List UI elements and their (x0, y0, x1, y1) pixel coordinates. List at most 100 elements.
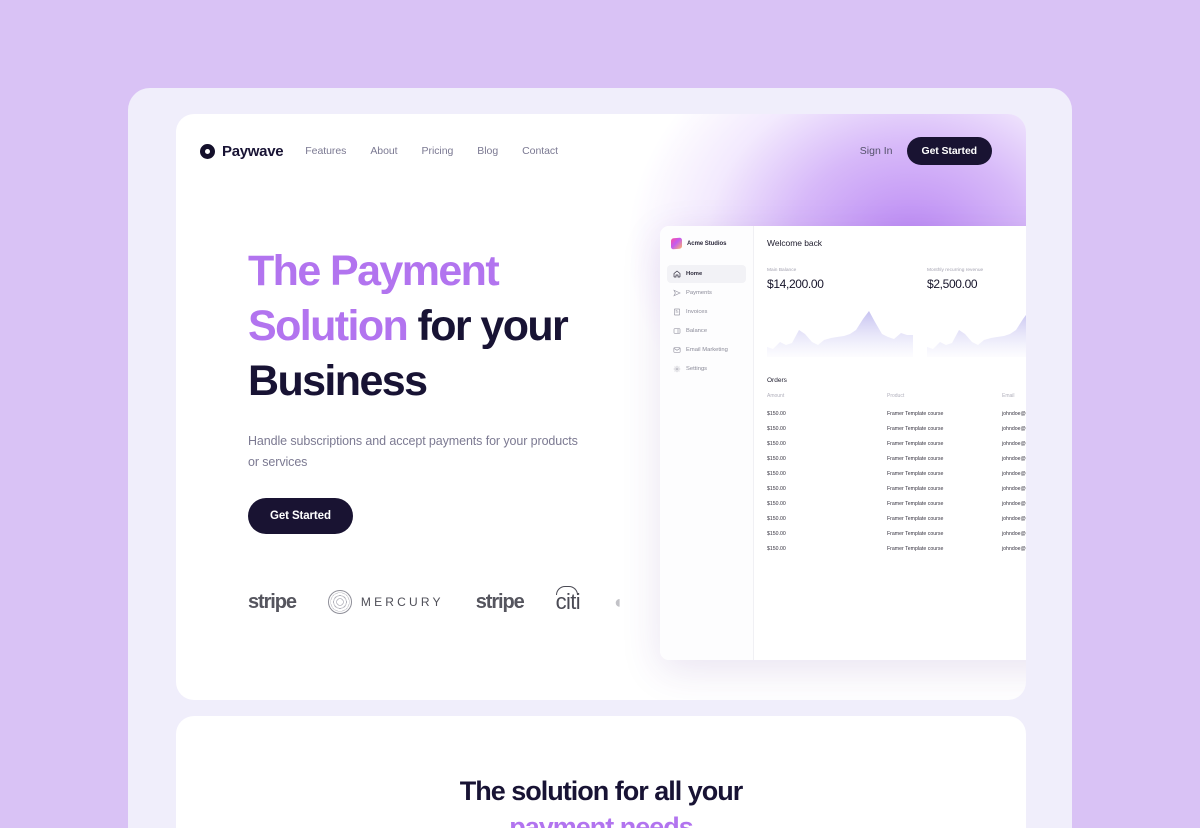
orders-heading: Orders (767, 377, 787, 384)
cell-product: Framer Template course (887, 545, 944, 552)
send-icon (673, 289, 681, 297)
table-row[interactable]: $150.00 Framer Template course johndoe@gma… (767, 421, 1026, 436)
cell-email: johndoe@gmail.com (1002, 485, 1026, 492)
mercury-orb-icon (327, 590, 352, 614)
stat-label: Monthly recurring revenue (927, 268, 984, 273)
table-row[interactable]: $150.00 Framer Template course johndoe@gma… (767, 541, 1026, 556)
logo-stripe-text: stripe (248, 590, 297, 613)
cell-product: Framer Template course (887, 515, 944, 522)
cell-amount: $150.00 (767, 545, 786, 552)
logo-citi-text-wrap: citi (556, 586, 581, 615)
cell-email: johndoe@gmail.com (1002, 530, 1026, 537)
page-title: The Payment Solution for your Business (248, 244, 578, 409)
workspace-name: Acme Studios (687, 240, 727, 247)
nav-link-pricing[interactable]: Pricing (422, 145, 454, 157)
dot-circle-icon (200, 143, 215, 159)
stats-row: Main Balance $14,200.00 Monthly recurrin… (767, 268, 1026, 357)
page-shell: Paywave Features About Pricing Blog Cont… (128, 88, 1072, 828)
mrr-sparkline-chart (927, 315, 1026, 357)
sidebar-item-invoices[interactable]: Invoices (667, 303, 746, 321)
sidebar-item-label: Balance (686, 328, 708, 334)
cell-amount: $150.00 (767, 410, 786, 417)
cell-product: Framer Template course (887, 530, 944, 537)
cell-email: johndoe@gmail.com (1002, 545, 1026, 552)
logo-stripe-2: stripe (475, 590, 525, 614)
cell-amount: $150.00 (767, 455, 786, 462)
sidebar-item-label: Payments (686, 290, 712, 296)
cell-product: Framer Template course (887, 440, 944, 447)
brand-logo[interactable]: Paywave (200, 142, 284, 160)
logo-citi: citi (556, 586, 581, 615)
home-icon (673, 270, 681, 278)
logo-cut-off: ◖ (612, 592, 623, 613)
sidebar-item-label: Settings (686, 366, 708, 372)
nav-actions: Sign In Get Started (860, 137, 992, 165)
cell-email: johndoe@gmail.com (1002, 440, 1026, 447)
sidebar-item-balance[interactable]: Balance (667, 322, 746, 340)
stat-label: Main Balance (767, 268, 797, 273)
dashboard-sidebar: Acme Studios Home Payments Invoices Bala… (660, 226, 754, 660)
workspace-switcher[interactable]: Acme Studios (667, 236, 746, 250)
wallet-icon (673, 328, 681, 334)
citi-arc-icon (556, 586, 579, 595)
dashboard-main: Welcome back Main Balance $14,200.00 Mon… (754, 226, 1026, 660)
dashboard-mockup: Acme Studios Home Payments Invoices Bala… (660, 226, 1026, 660)
cell-product: Framer Template course (887, 500, 944, 507)
logo-stripe-text-2: stripe (475, 590, 525, 613)
welcome-heading: Welcome back (767, 238, 822, 248)
table-row[interactable]: $150.00 Framer Template course johndoe@gma… (767, 406, 1026, 421)
cell-product: Framer Template course (887, 410, 944, 417)
column-header-amount: Amount (767, 393, 785, 399)
cell-product: Framer Template course (887, 470, 944, 477)
document-icon (674, 308, 680, 316)
cell-email: johndoe@gmail.com (1002, 500, 1026, 507)
logo-mercury-text: MERCURY (360, 595, 444, 609)
table-row[interactable]: $150.00 Framer Template course johndoe@gma… (767, 466, 1026, 481)
nav-link-contact[interactable]: Contact (522, 145, 558, 157)
cell-product: Framer Template course (887, 485, 944, 492)
orders-table-body: $150.00 Framer Template course johndoe@gma… (767, 406, 1026, 556)
sign-in-link[interactable]: Sign In (860, 145, 893, 157)
hero-copy: The Payment Solution for your Business H… (248, 244, 578, 534)
section-heading-accent: payment needs (509, 812, 694, 828)
cell-product: Framer Template course (887, 455, 944, 462)
column-header-email: Email (1002, 393, 1015, 399)
sidebar-item-home[interactable]: Home (667, 265, 746, 283)
cell-email: johndoe@gmail.com (1002, 410, 1026, 417)
nav-links: Features About Pricing Blog Contact (305, 145, 558, 157)
cell-amount: $150.00 (767, 470, 786, 477)
brand-name: Paywave (222, 142, 284, 160)
stat-value: $2,500.00 (927, 277, 978, 291)
mail-icon (673, 347, 681, 353)
hero-get-started-button[interactable]: Get Started (248, 498, 353, 534)
nav-link-about[interactable]: About (370, 145, 397, 157)
nav-link-blog[interactable]: Blog (477, 145, 498, 157)
column-header-product: Product (887, 393, 905, 399)
sidebar-item-settings[interactable]: Settings (667, 360, 746, 378)
nav-link-features[interactable]: Features (305, 145, 346, 157)
stat-card-main-balance: Main Balance $14,200.00 (767, 268, 927, 357)
balance-sparkline-chart (767, 311, 913, 357)
cell-amount: $150.00 (767, 425, 786, 432)
table-row[interactable]: $150.00 Framer Template course johndoe@gma… (767, 451, 1026, 466)
gear-icon (673, 365, 681, 373)
nav-get-started-button[interactable]: Get Started (906, 137, 992, 165)
sidebar-item-email-marketing[interactable]: Email Marketing (667, 341, 746, 359)
table-row[interactable]: $150.00 Framer Template course johndoe@gma… (767, 511, 1026, 526)
sidebar-item-payments[interactable]: Payments (667, 284, 746, 302)
hero-subtitle: Handle subscriptions and accept payments… (248, 434, 578, 469)
solution-section-card: The solution for all your payment needs (176, 716, 1026, 828)
hero-card: Paywave Features About Pricing Blog Cont… (176, 114, 1026, 700)
logo-mercury: MERCURY (327, 590, 444, 614)
cell-amount: $150.00 (767, 515, 786, 522)
stat-value: $14,200.00 (767, 277, 824, 291)
table-row[interactable]: $150.00 Framer Template course johndoe@gma… (767, 526, 1026, 541)
sidebar-item-label: Email Marketing (686, 347, 728, 353)
table-row[interactable]: $150.00 Framer Template course johndoe@gma… (767, 481, 1026, 496)
table-row[interactable]: $150.00 Framer Template course johndoe@gma… (767, 496, 1026, 511)
table-row[interactable]: $150.00 Framer Template course johndoe@gma… (767, 436, 1026, 451)
logo-stripe-1: stripe (248, 590, 297, 614)
sidebar-item-label: Home (686, 271, 703, 277)
acme-logo-icon (671, 237, 682, 250)
logo-partial-icon: ◖ (612, 591, 623, 612)
